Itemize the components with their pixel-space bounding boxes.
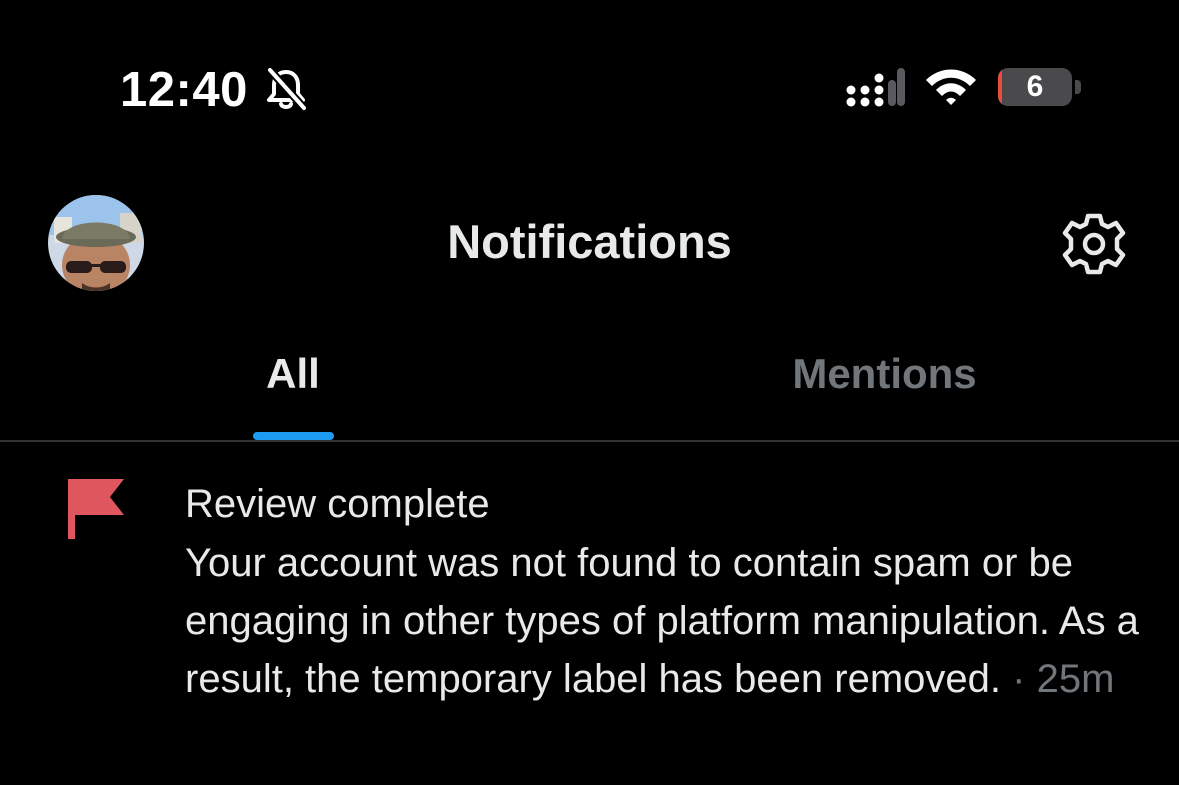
- notification-title: Review complete: [185, 482, 490, 526]
- separator-dot: ·: [1012, 657, 1026, 701]
- tab-selected-indicator: [253, 432, 334, 440]
- status-time: 12:40: [120, 63, 248, 117]
- gear-icon[interactable]: [1060, 210, 1128, 278]
- notifications-screen: 12:40 6 Notifications All Mentions Revie…: [0, 0, 1179, 785]
- notification-message: Your account was not found to contain sp…: [185, 541, 1139, 701]
- page-title: Notifications: [447, 215, 732, 268]
- notification-body: Your account was not found to contain sp…: [185, 534, 1155, 708]
- tab-all[interactable]: All: [0, 350, 586, 398]
- battery-cap: [1075, 80, 1081, 94]
- tabs-divider: [0, 440, 1179, 442]
- tab-mentions[interactable]: Mentions: [590, 350, 1179, 398]
- battery-indicator: 6: [998, 68, 1072, 106]
- notification-separator: ·: [1001, 657, 1037, 701]
- flag-icon: [68, 479, 124, 539]
- notification-time: 25m: [1036, 657, 1115, 701]
- cellular-signal-icon: [846, 68, 905, 107]
- battery-percent: 6: [1026, 70, 1044, 103]
- wifi-icon: [926, 69, 976, 105]
- bell-slash-icon: [267, 67, 307, 111]
